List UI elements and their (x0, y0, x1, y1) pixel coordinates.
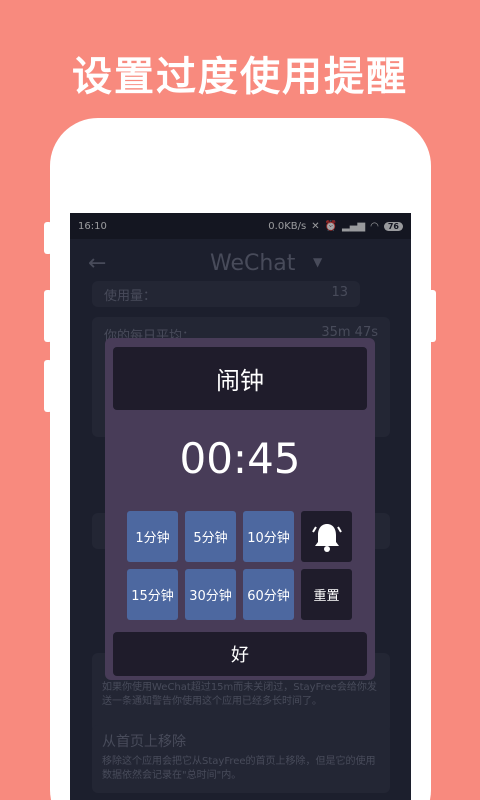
preset-1min-button[interactable]: 1分钟 (127, 511, 178, 562)
alarm-dialog: 闹钟 00:45 1分钟 5分钟 10分钟 15分钟 30分钟 60分钟 重置 … (105, 338, 375, 680)
ok-button[interactable]: 好 (113, 632, 367, 676)
phone-side-button (44, 222, 52, 254)
bell-toggle-button[interactable] (301, 511, 352, 562)
phone-side-button (44, 360, 52, 412)
timer-display: 00:45 (179, 434, 301, 483)
preset-60min-button[interactable]: 60分钟 (243, 569, 294, 620)
preset-30min-button[interactable]: 30分钟 (185, 569, 236, 620)
phone-side-button (428, 290, 436, 342)
preset-10min-button[interactable]: 10分钟 (243, 511, 294, 562)
dialog-title: 闹钟 (113, 347, 367, 410)
reset-button[interactable]: 重置 (301, 569, 352, 620)
preset-5min-button[interactable]: 5分钟 (185, 511, 236, 562)
phone-side-button (44, 290, 52, 342)
promo-headline: 设置过度使用提醒 (72, 54, 408, 100)
bell-icon (311, 523, 342, 552)
preset-15min-button[interactable]: 15分钟 (127, 569, 178, 620)
